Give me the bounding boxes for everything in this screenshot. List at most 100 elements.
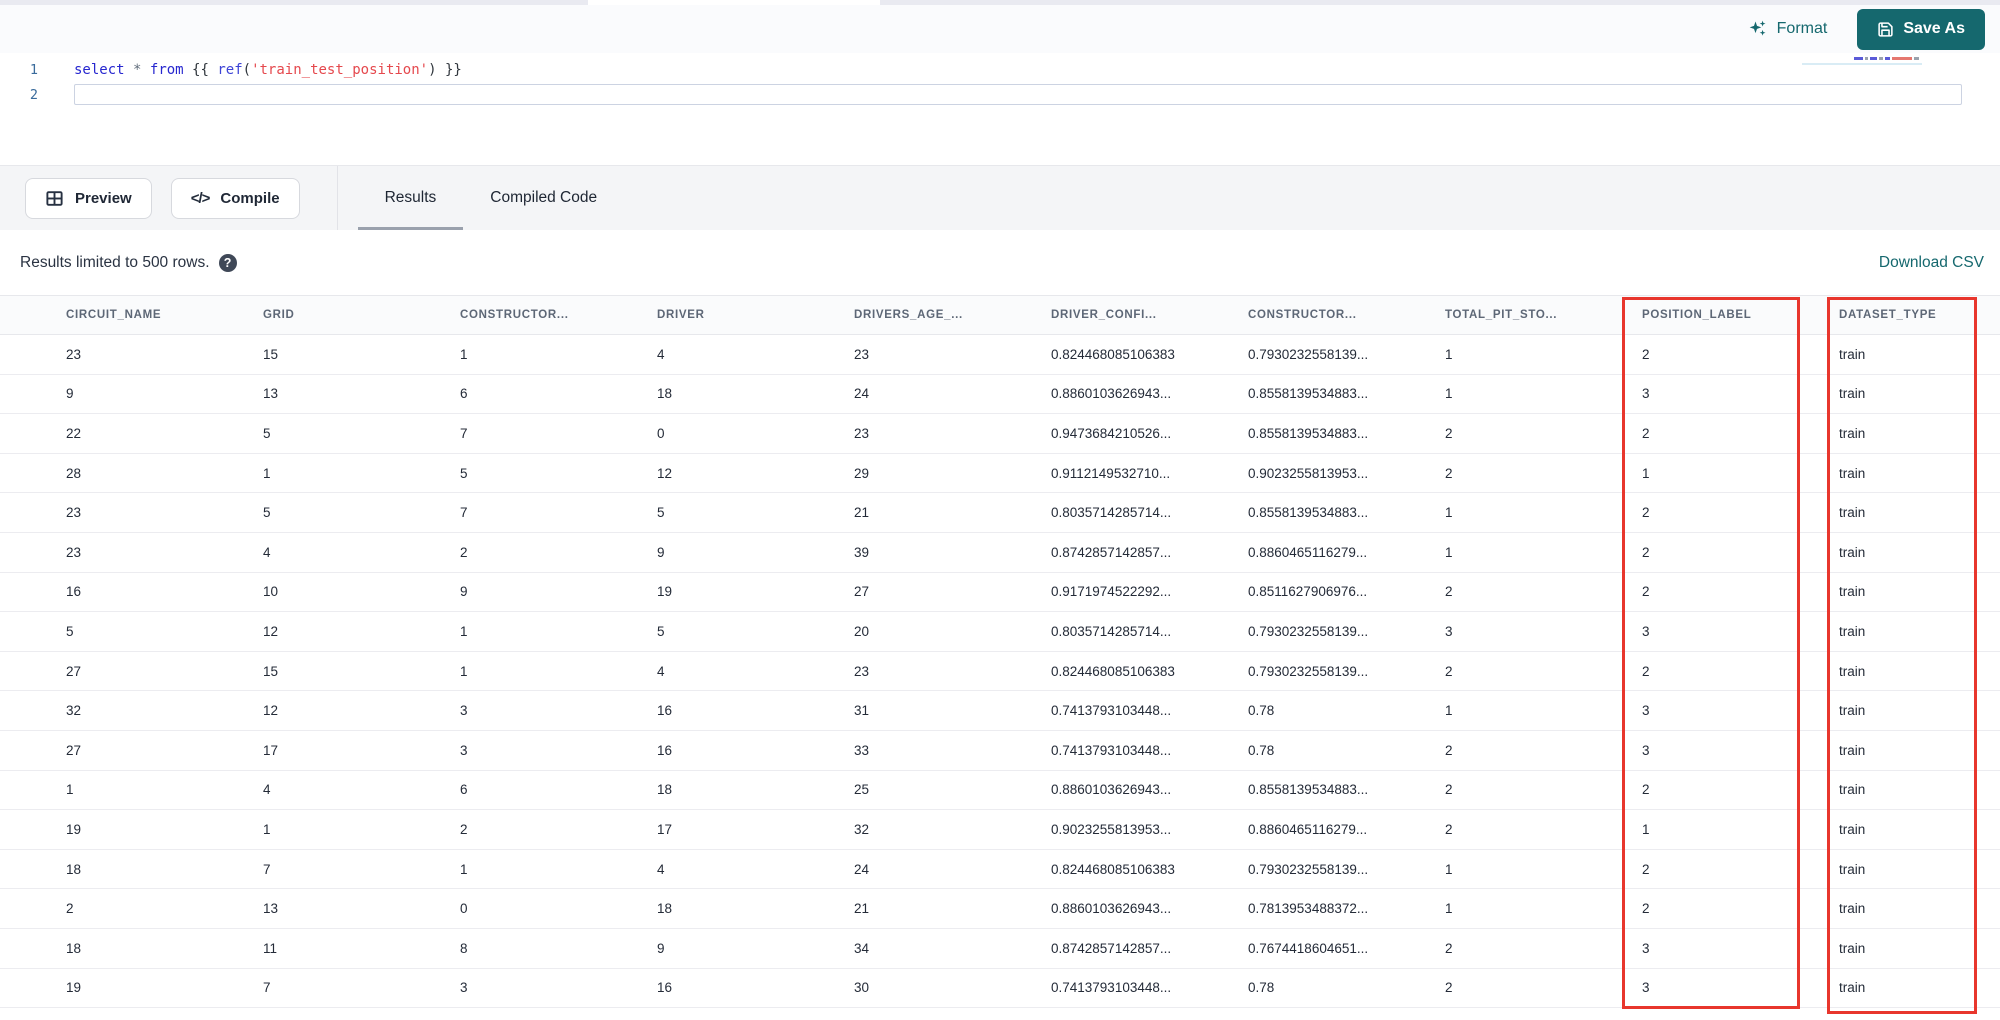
table-cell: 3 [1642, 742, 1650, 758]
table-row[interactable]: 27 15 1 4 23 0.824468085106383 0.7930232558139… [0, 652, 2000, 692]
code-line-2[interactable]: 2 [0, 82, 2000, 107]
table-cell: 10 [263, 584, 279, 600]
table-cell: 2 [460, 821, 468, 837]
window-tab-strip [0, 0, 2000, 5]
table-cell: 2 [1445, 663, 1453, 679]
table-cell: 18 [657, 901, 673, 917]
column-header-driver[interactable]: DRIVER [591, 309, 788, 321]
download-csv-link[interactable]: Download CSV [1879, 254, 1984, 272]
table-cell: 2 [1445, 782, 1453, 798]
code-token: 'train_test_position' [251, 61, 429, 78]
table-cell: 2 [1445, 940, 1453, 956]
tab-results[interactable]: Results [357, 166, 464, 230]
table-cell: 1 [460, 623, 468, 639]
editor-minimap[interactable] [1854, 57, 1922, 60]
code-token: {{ [192, 61, 209, 78]
column-header-drivers-age[interactable]: DRIVERS_AGE_... [788, 309, 985, 321]
table-cell: 2 [1445, 980, 1453, 996]
format-label: Format [1776, 20, 1828, 37]
table-cell: 9 [657, 940, 665, 956]
table-cell: train [1839, 703, 1866, 719]
table-cell: 16 [657, 980, 673, 996]
table-row[interactable]: 18 7 1 4 24 0.824468085106383 0.7930232558139.… [0, 850, 2000, 890]
table-row[interactable]: 18 11 8 9 34 0.8742857142857... 0.767441860465… [0, 929, 2000, 969]
table-cell: 0.78 [1248, 980, 1275, 996]
table-cell: 19 [657, 584, 673, 600]
table-row[interactable]: 23 5 7 5 21 0.8035714285714... 0.8558139534883… [0, 493, 2000, 533]
table-cell: 34 [854, 940, 870, 956]
active-tab-strip-segment[interactable] [588, 0, 880, 5]
table-row[interactable]: 19 1 2 17 32 0.9023255813953... 0.886046511627… [0, 810, 2000, 850]
table-row[interactable]: 5 12 1 5 20 0.8035714285714... 0.7930232558139… [0, 612, 2000, 652]
table-cell: 0.7413793103448... [1051, 980, 1172, 996]
table-row[interactable]: 2 13 0 18 21 0.8860103626943... 0.781395348837… [0, 889, 2000, 929]
column-header-circuit-name[interactable]: CIRCUIT_NAME [0, 309, 197, 321]
column-header-total-pit-sto[interactable]: TOTAL_PIT_STO... [1379, 309, 1576, 321]
table-cell: 24 [854, 861, 870, 877]
table-cell: 16 [66, 584, 82, 600]
table-cell: 0.8742857142857... [1051, 544, 1172, 560]
table-cell: 7 [460, 425, 468, 441]
table-cell: 5 [263, 505, 271, 521]
column-header-constructor[interactable]: CONSTRUCTOR... [394, 309, 591, 321]
table-cell: 15 [263, 663, 279, 679]
code-line-1[interactable]: 1 select * from {{ ref('train_test_posit… [0, 57, 2000, 82]
table-cell: 2 [1445, 584, 1453, 600]
table-cell: train [1839, 584, 1866, 600]
table-cell: train [1839, 544, 1866, 560]
table-cell: 0.7674418604651... [1248, 940, 1369, 956]
help-icon[interactable]: ? [218, 253, 237, 272]
table-cell: 1 [1642, 465, 1650, 481]
table-cell: 6 [460, 782, 468, 798]
table-cell: 23 [66, 346, 82, 362]
table-cell: 18 [66, 940, 82, 956]
table-cell: 2 [1642, 663, 1650, 679]
preview-button[interactable]: Preview [25, 177, 152, 219]
table-cell: 5 [263, 425, 271, 441]
column-header-position-label[interactable]: POSITION_LABEL [1576, 309, 1773, 321]
table-row[interactable]: 23 4 2 9 39 0.8742857142857... 0.8860465116279… [0, 533, 2000, 573]
table-row[interactable]: 32 12 3 16 31 0.7413793103448... 0.78 1 3 train [0, 691, 2000, 731]
save-as-button[interactable]: Save As [1857, 8, 1985, 50]
column-header-constructor[interactable]: CONSTRUCTOR... [1182, 309, 1379, 321]
table-row[interactable]: 19 7 3 16 30 0.7413793103448... 0.78 2 3 train [0, 969, 2000, 1009]
minimap-segment [1870, 57, 1877, 60]
table-cell: 1 [66, 782, 74, 798]
table-cell: 2 [1642, 505, 1650, 521]
table-cell: 5 [657, 623, 665, 639]
table-cell: 21 [854, 901, 870, 917]
preview-label: Preview [75, 189, 132, 207]
table-cell: 25 [854, 782, 870, 798]
column-header-grid[interactable]: GRID [197, 309, 394, 321]
table-cell: train [1839, 861, 1866, 877]
table-cell: 9 [460, 584, 468, 600]
results-info-bar: Results limited to 500 rows. ? Download … [0, 230, 2000, 295]
code-editor[interactable]: 1 select * from {{ ref('train_test_posit… [0, 53, 2000, 165]
table-cell: 28 [66, 465, 82, 481]
column-header-driver-confi[interactable]: DRIVER_CONFI... [985, 309, 1182, 321]
table-cell: 2 [66, 901, 74, 917]
table-cell: 3 [460, 980, 468, 996]
column-header-dataset-type[interactable]: DATASET_TYPE [1773, 309, 1970, 321]
table-cell: 23 [66, 505, 82, 521]
table-cell: 1 [1445, 505, 1453, 521]
table-cell: 12 [263, 703, 279, 719]
table-row[interactable]: 16 10 9 19 27 0.9171974522292... 0.85116279069… [0, 573, 2000, 613]
table-cell: 0 [460, 901, 468, 917]
table-row[interactable]: 9 13 6 18 24 0.8860103626943... 0.855813953488… [0, 375, 2000, 415]
table-cell: 1 [1445, 544, 1453, 560]
table-row[interactable]: 22 5 7 0 23 0.9473684210526... 0.8558139534883… [0, 414, 2000, 454]
table-cell: 0.9023255813953... [1051, 821, 1172, 837]
compile-button[interactable]: </> Compile [170, 177, 300, 219]
table-cell: 0.78 [1248, 703, 1275, 719]
table-cell: 16 [657, 742, 673, 758]
table-row[interactable]: 28 1 5 12 29 0.9112149532710... 0.902325581395… [0, 454, 2000, 494]
tab-compiled-code[interactable]: Compiled Code [463, 166, 624, 230]
table-cell: 19 [66, 980, 82, 996]
table-row[interactable]: 23 15 1 4 23 0.824468085106383 0.7930232558139… [0, 335, 2000, 375]
format-button[interactable]: Format [1748, 19, 1828, 39]
table-row[interactable]: 27 17 3 16 33 0.7413793103448... 0.78 2 3 train [0, 731, 2000, 771]
table-row[interactable]: 1 4 6 18 25 0.8860103626943... 0.8558139534883… [0, 771, 2000, 811]
table-cell: 22 [66, 425, 82, 441]
table-cell: 39 [854, 544, 870, 560]
